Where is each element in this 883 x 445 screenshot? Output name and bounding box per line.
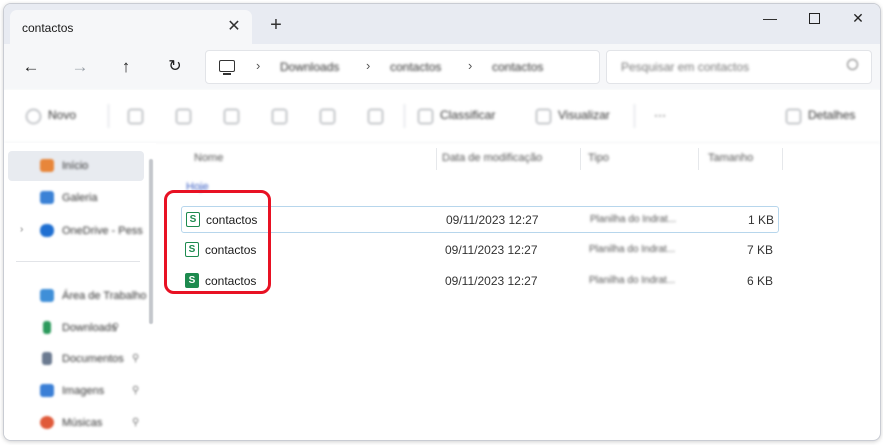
documents-icon — [42, 352, 52, 365]
new-tab-button[interactable]: + — [264, 14, 288, 38]
breadcrumb-contactos-current[interactable]: contactos — [492, 60, 543, 74]
tab-title: contactos — [22, 21, 74, 35]
column-divider[interactable] — [698, 148, 699, 170]
file-size: 1 KB — [747, 213, 774, 227]
sidebar-item-downloads[interactable]: Downloads ⚲ — [8, 313, 144, 343]
file-modified-date: 09/11/2023 12:27 — [445, 243, 538, 257]
sort-button[interactable]: Classificar — [440, 108, 495, 122]
copy-icon[interactable] — [176, 109, 191, 124]
sidebar-item-label: Documentos — [62, 353, 124, 365]
sidebar-item-label: Imagens — [62, 385, 105, 397]
search-placeholder: Pesquisar em contactos — [621, 60, 750, 74]
new-button[interactable]: Novo — [48, 108, 76, 122]
navigation-pane: Início Galeria › OneDrive - Pess Área de… — [4, 143, 156, 440]
column-divider[interactable] — [782, 148, 783, 170]
sidebar-item-documentos[interactable]: Documentos ⚲ — [8, 344, 144, 374]
column-header-modified[interactable]: Data de modificação — [442, 152, 542, 164]
more-options-button[interactable]: ··· — [654, 108, 666, 122]
download-icon — [43, 321, 51, 334]
pin-icon: ⚲ — [132, 417, 140, 428]
music-icon — [40, 416, 54, 429]
close-window-button[interactable]: ✕ — [836, 4, 880, 34]
view-button[interactable]: Visualizar — [558, 108, 610, 122]
file-type: Planilha do Indrat... — [589, 244, 676, 255]
this-pc-icon[interactable] — [219, 60, 235, 75]
up-button[interactable]: ↑ — [113, 54, 139, 80]
expand-chevron-icon[interactable]: › — [20, 224, 23, 235]
cloud-icon — [40, 224, 54, 237]
refresh-button[interactable]: ↻ — [162, 54, 188, 80]
maximize-icon — [808, 12, 820, 24]
divider — [108, 104, 109, 128]
column-divider[interactable] — [580, 148, 581, 170]
column-divider[interactable] — [436, 148, 437, 170]
column-header-size[interactable]: Tamanho — [708, 152, 753, 164]
view-icon — [536, 109, 551, 124]
desktop-icon — [40, 289, 54, 302]
sidebar-item-label: Músicas — [62, 417, 103, 429]
file-size: 7 KB — [746, 243, 773, 257]
sidebar-item-inicio[interactable]: Início — [8, 151, 144, 181]
rename-icon[interactable] — [272, 109, 287, 124]
sidebar-item-area-de-trabalho[interactable]: Área de Trabalho — [8, 281, 147, 311]
pin-icon: ⚲ — [112, 322, 120, 333]
sidebar-item-label: Início — [62, 160, 89, 172]
breadcrumb-separator: › — [468, 58, 473, 73]
tab-contactos[interactable]: contactos ✕ — [10, 10, 252, 44]
home-icon — [40, 159, 54, 172]
title-bar: contactos ✕ + — ✕ — [4, 4, 880, 44]
file-explorer-window: contactos ✕ + — ✕ ← → ↑ ↻ › Downloads › … — [3, 3, 881, 441]
sidebar-item-label: Downloads — [62, 322, 117, 334]
paste-icon[interactable] — [224, 109, 239, 124]
divider — [404, 104, 405, 128]
file-type: Planilha do Indrat... — [590, 214, 677, 225]
highlight-annotation — [164, 190, 271, 294]
sidebar-item-galeria[interactable]: Galeria — [8, 183, 144, 213]
sidebar-scrollbar[interactable] — [149, 159, 153, 324]
sidebar-item-musicas[interactable]: Músicas ⚲ — [8, 408, 144, 438]
command-bar: Novo Classificar Visualizar ··· Detalhes — [4, 90, 880, 143]
maximize-button[interactable] — [792, 4, 836, 34]
divider — [634, 104, 635, 128]
sidebar-item-label: OneDrive - Pess — [62, 225, 143, 237]
sidebar-item-onedrive[interactable]: › OneDrive - Pess — [8, 216, 144, 246]
new-icon — [26, 109, 41, 124]
breadcrumb-contactos[interactable]: contactos — [390, 60, 441, 74]
tab-close-icon[interactable]: ✕ — [224, 17, 244, 37]
column-header-name[interactable]: Nome — [194, 152, 223, 164]
breadcrumb-separator: › — [256, 58, 261, 73]
file-modified-date: 09/11/2023 12:27 — [446, 213, 539, 227]
details-icon — [786, 109, 801, 124]
file-modified-date: 09/11/2023 12:27 — [445, 274, 538, 288]
breadcrumb-separator: › — [366, 58, 371, 73]
address-row: ← → ↑ ↻ › Downloads › contactos › contac… — [4, 44, 880, 90]
minimize-button[interactable]: — — [748, 4, 792, 34]
pin-icon: ⚲ — [132, 353, 140, 364]
address-bar[interactable]: › Downloads › contactos › contactos — [205, 50, 600, 84]
sidebar-item-label: Galeria — [62, 192, 98, 204]
sidebar-item-imagens[interactable]: Imagens ⚲ — [8, 376, 144, 406]
file-type: Planilha do Indrat... — [589, 275, 676, 286]
forward-button[interactable]: → — [67, 54, 93, 80]
share-icon[interactable] — [320, 109, 335, 124]
gallery-icon — [40, 191, 54, 204]
sort-icon — [418, 109, 433, 124]
breadcrumb-downloads[interactable]: Downloads — [280, 60, 339, 74]
back-button[interactable]: ← — [18, 54, 44, 80]
search-icon — [847, 59, 858, 70]
pin-icon: ⚲ — [132, 385, 140, 396]
pictures-icon — [40, 384, 54, 397]
sidebar-item-label: Área de Trabalho — [62, 290, 147, 302]
sidebar-divider — [16, 261, 140, 262]
cut-icon[interactable] — [128, 109, 143, 124]
delete-icon[interactable] — [368, 109, 383, 124]
details-button[interactable]: Detalhes — [808, 108, 855, 122]
column-header-type[interactable]: Tipo — [588, 152, 609, 164]
search-input[interactable]: Pesquisar em contactos — [606, 50, 872, 84]
file-size: 6 KB — [746, 274, 773, 288]
